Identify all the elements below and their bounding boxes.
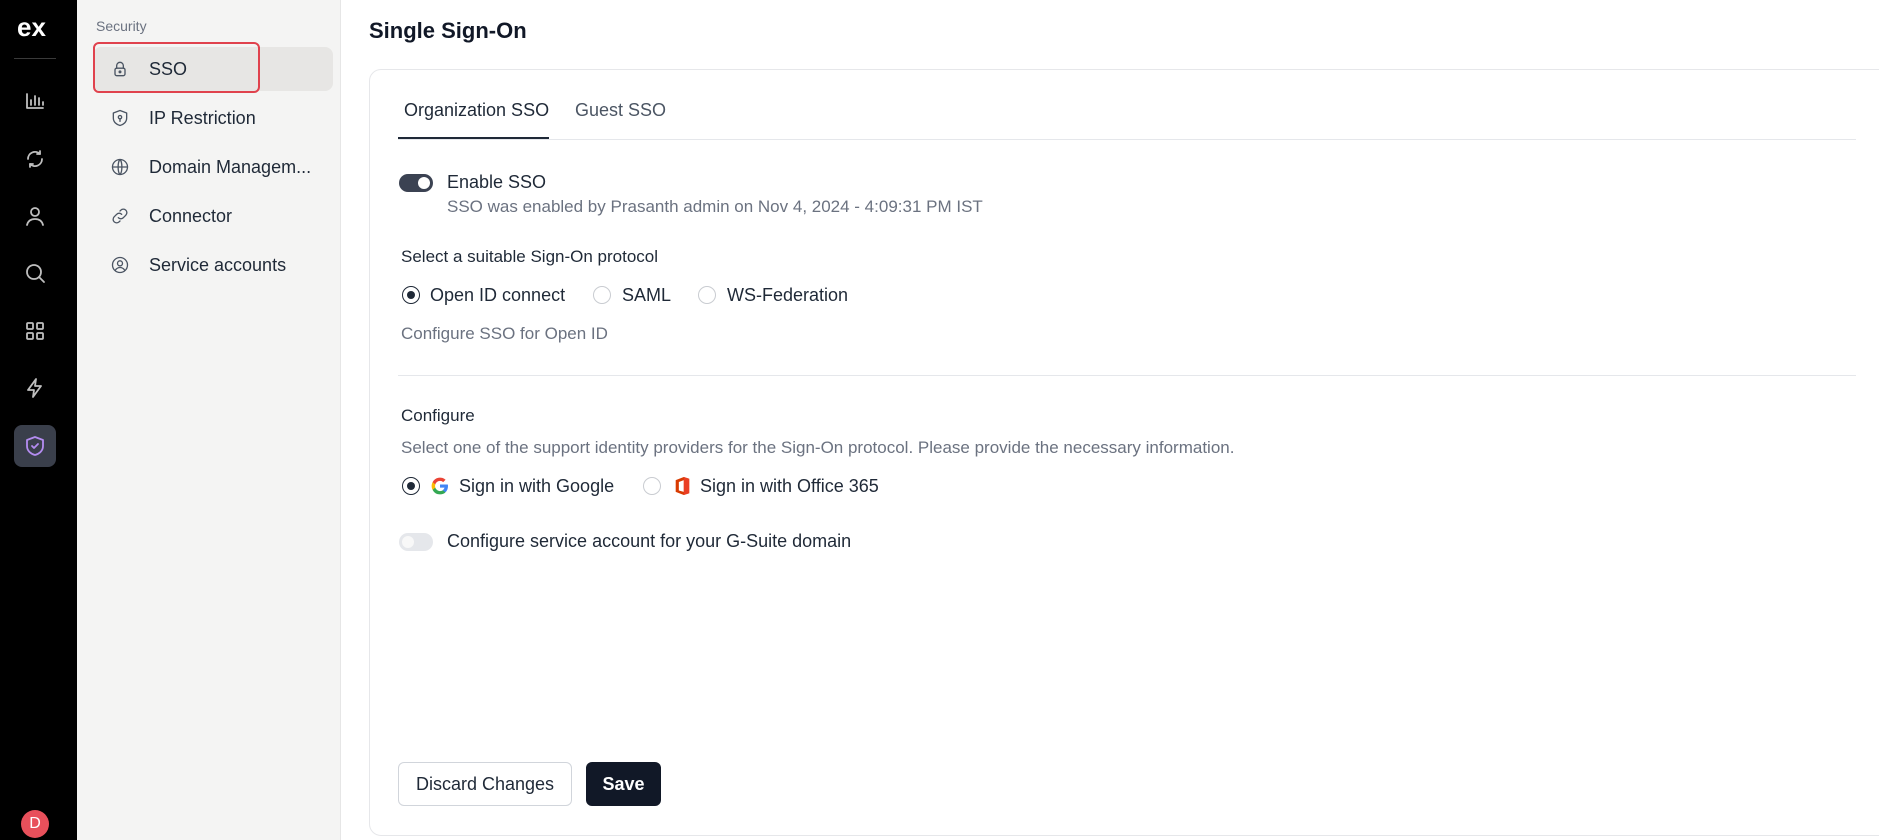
tabs-divider [398, 139, 1856, 140]
app-logo-text: ex [17, 12, 46, 42]
sidebar-item-connector[interactable]: Connector [93, 194, 333, 238]
loop-icon[interactable] [14, 138, 56, 180]
protocol-hint: Configure SSO for Open ID [401, 324, 608, 343]
tab-organization-sso[interactable]: Organization SSO [404, 100, 549, 121]
lightning-icon[interactable] [14, 367, 56, 409]
sidebar-item-service-accounts[interactable]: Service accounts [93, 243, 333, 287]
enable-sso-label: Enable SSO [447, 172, 547, 192]
selection-highlight [93, 42, 260, 93]
app-rail: ex D [0, 0, 77, 840]
search-icon[interactable] [14, 252, 56, 294]
security-sidebar: Security SSO IP Restriction Domain Manag… [77, 0, 341, 840]
google-icon [431, 477, 448, 495]
section-divider [398, 375, 1856, 376]
app-logo[interactable]: ex [15, 12, 61, 46]
shield-icon [109, 107, 131, 129]
service-account-toggle[interactable] [399, 533, 433, 551]
apps-grid-icon[interactable] [14, 310, 56, 352]
office365-icon [675, 477, 690, 495]
link-icon [109, 205, 131, 227]
service-account-label: Configure service account for your G-Sui… [447, 531, 852, 551]
configure-heading: Configure [401, 406, 475, 425]
sidebar-item-label: Service accounts [149, 254, 287, 275]
provider-option-office365[interactable]: Sign in with Office 365 [700, 476, 879, 497]
protocol-radio-ws-federation[interactable] [698, 286, 716, 304]
provider-radio-google[interactable] [402, 477, 420, 495]
sso-status-text: SSO was enabled by Prasanth admin on Nov… [447, 197, 983, 216]
sidebar-item-label: Domain Managem... [149, 156, 312, 177]
protocol-option-saml[interactable]: SAML [622, 285, 671, 306]
analytics-icon[interactable] [14, 79, 56, 121]
tab-guest-sso[interactable]: Guest SSO [575, 100, 666, 121]
sidebar-section-title: Security [96, 18, 147, 34]
configure-description: Select one of the support identity provi… [401, 438, 1235, 457]
enable-sso-toggle[interactable] [399, 174, 433, 192]
user-circle-icon [109, 254, 131, 276]
toggle-knob [402, 536, 414, 548]
sidebar-item-ip-restriction[interactable]: IP Restriction [93, 96, 333, 140]
provider-option-google[interactable]: Sign in with Google [459, 476, 614, 497]
shield-icon[interactable] [14, 425, 56, 467]
save-button[interactable]: Save [586, 762, 661, 806]
protocol-option-ws-federation[interactable]: WS-Federation [727, 285, 848, 306]
sidebar-item-domain-management[interactable]: Domain Managem... [93, 145, 333, 189]
page-title: Single Sign-On [369, 18, 527, 43]
sidebar-item-label: IP Restriction [149, 107, 256, 128]
protocol-heading: Select a suitable Sign-On protocol [401, 247, 659, 266]
discard-changes-button[interactable]: Discard Changes [398, 762, 572, 806]
rail-divider [14, 58, 56, 59]
provider-radio-office365[interactable] [643, 477, 661, 495]
protocol-option-openid[interactable]: Open ID connect [430, 285, 565, 306]
avatar[interactable]: D [21, 810, 49, 838]
avatar-initial: D [29, 815, 41, 832]
protocol-radio-saml[interactable] [593, 286, 611, 304]
globe-icon [109, 156, 131, 178]
toggle-knob [418, 177, 430, 189]
protocol-radio-openid[interactable] [402, 286, 420, 304]
sidebar-item-label: Connector [149, 205, 233, 226]
user-icon[interactable] [14, 195, 56, 237]
